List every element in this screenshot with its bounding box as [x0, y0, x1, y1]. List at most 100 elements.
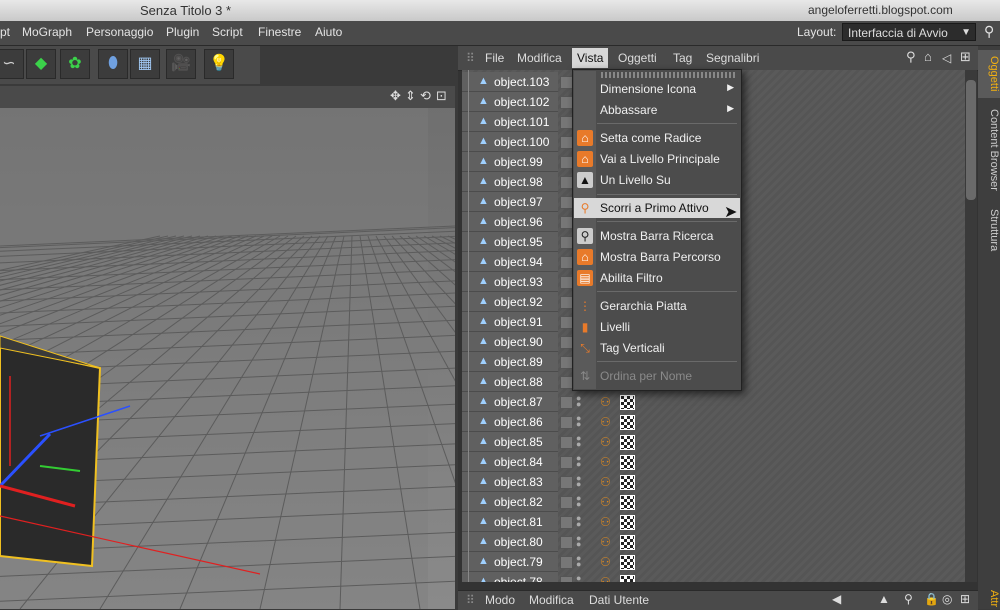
back-icon[interactable]: ◁ — [942, 51, 951, 65]
om-menu-tag[interactable]: Tag — [673, 51, 692, 65]
up-arrow-icon[interactable]: ▲ — [878, 592, 890, 606]
menu-dimensione-icona[interactable]: Dimensione Icona ▶ — [574, 79, 740, 99]
maximize-view-icon[interactable]: ⊡ — [436, 88, 447, 104]
menu-item-personaggio[interactable]: Personaggio — [86, 25, 153, 39]
object-name-cell[interactable]: ▲ object.93 — [462, 272, 558, 292]
om-menu-file[interactable]: File — [485, 51, 504, 65]
object-name-cell[interactable]: ▲ object.102 — [462, 92, 558, 112]
texture-tag-icon[interactable] — [620, 475, 635, 490]
object-name-cell[interactable]: ▲ object.86 — [462, 412, 558, 432]
om-menu-modifica[interactable]: Modifica — [517, 51, 562, 65]
menu-scorri-a-primo-attivo[interactable]: ⚲ Scorri a Primo Attivo ➤ — [574, 198, 740, 221]
layer-toggle-icon[interactable] — [560, 556, 573, 569]
object-name-cell[interactable]: ▲ object.80 — [462, 532, 558, 552]
object-name-cell[interactable]: ▲ object.87 — [462, 392, 558, 412]
side-tab-struttura[interactable]: Struttura — [978, 202, 1000, 258]
home-icon[interactable]: ⌂ — [924, 49, 932, 64]
object-name-cell[interactable]: ▲ object.103 — [462, 72, 558, 92]
phong-tag-icon[interactable]: ⚇ — [600, 395, 614, 409]
object-name-cell[interactable]: ▲ object.96 — [462, 212, 558, 232]
om-menu-vista[interactable]: Vista — [572, 48, 609, 68]
menu-item-script[interactable]: Script — [212, 25, 243, 39]
layer-toggle-icon[interactable] — [560, 476, 573, 489]
phong-tag-icon[interactable]: ⚇ — [600, 495, 614, 509]
light-tool-icon[interactable]: 💡 — [204, 49, 234, 79]
object-name-cell[interactable]: ▲ object.90 — [462, 332, 558, 352]
layer-toggle-icon[interactable] — [560, 436, 573, 449]
object-name-cell[interactable]: ▲ object.78 — [462, 572, 558, 582]
list-item[interactable]: ▲ object.80 ● ● ⚇ — [462, 532, 965, 552]
menu-gerarchia-piatta[interactable]: ⋮ Gerarchia Piatta — [574, 296, 740, 316]
list-item[interactable]: ▲ object.83 ● ● ⚇ — [462, 472, 965, 492]
object-name-cell[interactable]: ▲ object.88 — [462, 372, 558, 392]
panel-grip-icon[interactable]: ⠿ — [466, 51, 475, 65]
scrollbar-thumb[interactable] — [966, 80, 976, 200]
new-panel-icon[interactable]: ⊞ — [960, 592, 970, 606]
menu-livelli[interactable]: ▮ Livelli — [574, 317, 740, 337]
camera-tool-icon[interactable]: 🎥 — [166, 49, 196, 79]
floor-tool-icon[interactable]: ▦ — [130, 49, 160, 79]
layer-toggle-icon[interactable] — [560, 516, 573, 529]
menu-item-mograph[interactable]: MoGraph — [22, 25, 72, 39]
texture-tag-icon[interactable] — [620, 435, 635, 450]
menu-un-livello-su[interactable]: ▲ Un Livello Su — [574, 170, 740, 190]
object-name-cell[interactable]: ▲ object.92 — [462, 292, 558, 312]
phong-tag-icon[interactable]: ⚇ — [600, 455, 614, 469]
menu-vai-a-livello-principale[interactable]: ⌂ Vai a Livello Principale — [574, 149, 740, 169]
menu-abilita-filtro[interactable]: ▤ Abilita Filtro — [574, 268, 740, 288]
menu-tearoff-handle[interactable] — [601, 72, 735, 78]
visibility-dots-icon[interactable]: ●● — [576, 574, 581, 583]
object-name-cell[interactable]: ▲ object.98 — [462, 172, 558, 192]
object-name-cell[interactable]: ▲ object.79 — [462, 552, 558, 572]
object-name-cell[interactable]: ▲ object.91 — [462, 312, 558, 332]
menu-setta-come-radice[interactable]: ⌂ Setta come Radice — [574, 128, 740, 148]
list-item[interactable]: ▲ object.81 ● ● ⚇ — [462, 512, 965, 532]
side-tab-attributi[interactable]: Attr — [978, 586, 1000, 609]
menu-tag-verticali[interactable]: ⤡ Tag Verticali — [574, 338, 740, 358]
target-icon[interactable]: ◎ — [942, 592, 952, 606]
phong-tag-icon[interactable]: ⚇ — [600, 535, 614, 549]
object-name-cell[interactable]: ▲ object.89 — [462, 352, 558, 372]
3d-viewport[interactable] — [0, 86, 455, 609]
layer-toggle-icon[interactable] — [560, 576, 573, 582]
cube-tool-icon[interactable]: ◆ — [26, 49, 56, 79]
layer-toggle-icon[interactable] — [560, 396, 573, 409]
texture-tag-icon[interactable] — [620, 455, 635, 470]
new-panel-icon[interactable]: ⊞ — [960, 49, 971, 65]
phong-tag-icon[interactable]: ⚇ — [600, 415, 614, 429]
object-name-cell[interactable]: ▲ object.85 — [462, 432, 558, 452]
visibility-dots-icon[interactable]: ●● — [576, 434, 581, 449]
menu-item-plugin[interactable]: Plugin — [166, 25, 199, 39]
texture-tag-icon[interactable] — [620, 395, 635, 410]
visibility-dots-icon[interactable]: ●● — [576, 394, 581, 409]
visibility-dots-icon[interactable]: ●● — [576, 414, 581, 429]
dolly-view-icon[interactable]: ⇕ — [405, 88, 416, 104]
list-item[interactable]: ▲ object.85 ● ● ⚇ — [462, 432, 965, 452]
om-menu-segnalibri[interactable]: Segnalibri — [706, 51, 759, 65]
rotate-view-icon[interactable]: ⟲ — [420, 88, 431, 104]
attr-menu-modo[interactable]: Modo — [485, 593, 515, 607]
phong-tag-icon[interactable]: ⚇ — [600, 475, 614, 489]
phong-tag-icon[interactable]: ⚇ — [600, 435, 614, 449]
phong-tag-icon[interactable]: ⚇ — [600, 575, 614, 582]
object-name-cell[interactable]: ▲ object.99 — [462, 152, 558, 172]
texture-tag-icon[interactable] — [620, 495, 635, 510]
move-view-icon[interactable]: ✥ — [390, 88, 401, 104]
object-name-cell[interactable]: ▲ object.84 — [462, 452, 558, 472]
menu-item-finestre[interactable]: Finestre — [258, 25, 301, 39]
list-item[interactable]: ▲ object.82 ● ● ⚇ — [462, 492, 965, 512]
phong-tag-icon[interactable]: ⚇ — [600, 555, 614, 569]
object-name-cell[interactable]: ▲ object.95 — [462, 232, 558, 252]
back-arrow-icon[interactable]: ◀ — [832, 592, 841, 606]
texture-tag-icon[interactable] — [620, 535, 635, 550]
menu-mostra-barra-ricerca[interactable]: ⚲ Mostra Barra Ricerca — [574, 226, 740, 246]
layer-toggle-icon[interactable] — [560, 496, 573, 509]
side-tab-oggetti[interactable]: Oggetti — [978, 50, 1000, 98]
generator-tool-icon[interactable]: ✿ — [60, 49, 90, 79]
menu-abbassare[interactable]: Abbassare ▶ — [574, 100, 740, 120]
list-item[interactable]: ▲ object.78 ●● ⚇ — [462, 572, 965, 582]
texture-tag-icon[interactable] — [620, 415, 635, 430]
attr-menu-dati-utente[interactable]: Dati Utente — [589, 593, 649, 607]
object-name-cell[interactable]: ▲ object.82 — [462, 492, 558, 512]
visibility-dots-icon[interactable]: ●● — [576, 494, 581, 509]
